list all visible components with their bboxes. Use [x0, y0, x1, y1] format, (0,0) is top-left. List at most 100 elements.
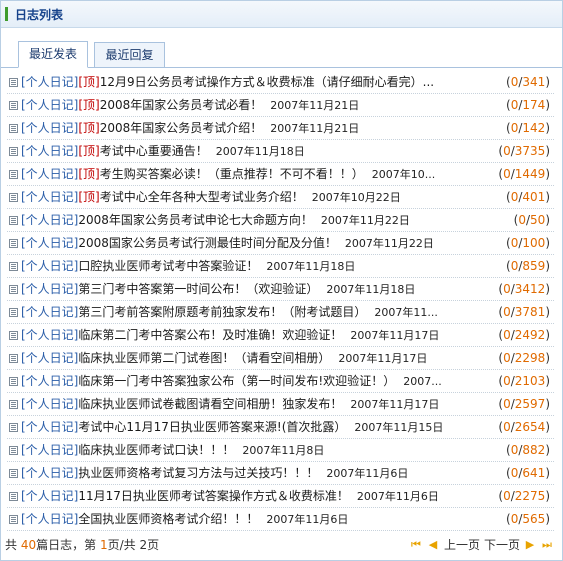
list-item-text: [个人日记][顶]考试中心全年各种大型考试业务介绍！ 2007年10月22日: [21, 186, 550, 209]
post-date: 2007年11月6日: [356, 490, 439, 503]
reply-view-count: (0/859): [502, 255, 550, 278]
pinned-badge: [顶]: [78, 98, 100, 112]
view-count: 100: [522, 236, 546, 250]
category-link[interactable]: [个人日记]: [21, 397, 78, 411]
document-icon: [9, 469, 18, 478]
category-link[interactable]: [个人日记]: [21, 374, 78, 388]
reply-count: 0: [503, 374, 511, 388]
post-date: 2007年11月8日: [242, 444, 325, 457]
post-title-link[interactable]: 12月9日公务员考试操作方式＆收费标准（请仔细耐心看完）...: [100, 75, 434, 89]
document-icon: [9, 377, 18, 386]
post-title-link[interactable]: 全国执业医师资格考试介绍！！！: [78, 512, 258, 526]
reply-view-count: (0/2298): [494, 347, 550, 370]
prev-page-link[interactable]: 上一页: [444, 534, 480, 556]
post-title-link[interactable]: 临床执业医师试卷截图请看空间相册！独家发布！: [78, 397, 342, 411]
reply-view-count: (0/882): [502, 439, 550, 462]
post-title-link[interactable]: 2008年国家公务员考试介绍！: [100, 121, 263, 135]
category-link[interactable]: [个人日记]: [21, 98, 78, 112]
category-link[interactable]: [个人日记]: [21, 121, 78, 135]
list-item: [个人日记]全国执业医师资格考试介绍！！！ 2007年11月6日 (0/565): [1, 508, 562, 531]
list-item-text: [个人日记]第三门考中答案第一时间公布！（欢迎验证） 2007年11月18日: [21, 278, 550, 301]
category-link[interactable]: [个人日记]: [21, 466, 78, 480]
document-icon: [9, 446, 18, 455]
list-item: [个人日记]2008年国家公务员考试申论七大命题方向！ 2007年11月22日 (0…: [1, 209, 562, 232]
reply-count: 0: [510, 236, 519, 250]
last-page-icon[interactable]: ⏭: [540, 538, 554, 552]
reply-view-count: (0/2492): [494, 324, 550, 347]
first-page-icon[interactable]: ⏮: [409, 538, 423, 552]
view-count: 3412: [514, 282, 546, 296]
total-count: 40: [20, 538, 37, 552]
post-title-link[interactable]: 考试中心重要通告！: [100, 144, 208, 158]
category-link[interactable]: [个人日记]: [21, 190, 78, 204]
category-link[interactable]: [个人日记]: [21, 420, 78, 434]
category-link[interactable]: [个人日记]: [21, 305, 78, 319]
category-link[interactable]: [个人日记]: [21, 213, 78, 227]
document-icon: [9, 193, 18, 202]
view-count: 641: [522, 466, 546, 480]
blog-list-panel: 日志列表 最近发表 最近回复 [个人日记][顶]12月9日公务员考试操作方式＆收…: [0, 0, 563, 561]
reply-view-count: (0/565): [502, 508, 550, 531]
category-link[interactable]: [个人日记]: [21, 236, 78, 250]
list-item: [个人日记]第三门考中答案第一时间公布！（欢迎验证） 2007年11月18日 (0/…: [1, 278, 562, 301]
post-title-link[interactable]: 11月17日执业医师考试答案操作方式＆收费标准！: [78, 489, 349, 503]
document-icon: [9, 124, 18, 133]
tab-recent-replies[interactable]: 最近回复: [94, 42, 165, 68]
list-item: [个人日记]临床执业医师第二门试卷图！（请看空间相册） 2007年11月17日 (0…: [1, 347, 562, 370]
reply-count: 0: [503, 328, 511, 342]
post-date: 2007年11月6日: [266, 513, 349, 526]
document-icon: [9, 216, 18, 225]
tab-recent-posts[interactable]: 最近发表: [18, 41, 88, 68]
post-title-link[interactable]: 考试中心全年各种大型考试业务介绍！: [100, 190, 304, 204]
reply-view-count: (0/641): [502, 462, 550, 485]
list-item: [个人日记][顶]考生购买答案必读！（重点推荐！不可不看！！） 2007年10..…: [1, 163, 562, 186]
current-page: 1: [99, 538, 108, 552]
list-item: [个人日记]口腔执业医师考试考中答案验证！ 2007年11月18日 (0/859): [1, 255, 562, 278]
post-date: 2007年11月15日: [354, 421, 444, 434]
post-title-link[interactable]: 考试中心11月17日执业医师答案来源!(首次批露）: [78, 420, 346, 434]
list-item: [个人日记]11月17日执业医师考试答案操作方式＆收费标准！ 2007年11月6日…: [1, 485, 562, 508]
view-count: 2492: [514, 328, 546, 342]
view-count: 2103: [514, 374, 546, 388]
document-icon: [9, 354, 18, 363]
next-page-link[interactable]: 下一页: [484, 534, 520, 556]
post-title-link[interactable]: 第三门考中答案第一时间公布！（欢迎验证）: [78, 282, 318, 296]
post-title-link[interactable]: 2008国家公务员考试行测最佳时间分配及分值！: [78, 236, 337, 250]
list-item-text: [个人日记][顶]2008年国家公务员考试介绍！ 2007年11月21日: [21, 117, 550, 140]
view-count: 3781: [514, 305, 546, 319]
post-title-link[interactable]: 临床第二门考中答案公布！及时准确！欢迎验证！: [78, 328, 342, 342]
reply-view-count: (0/2275): [494, 485, 550, 508]
reply-count: 0: [503, 351, 511, 365]
document-icon: [9, 308, 18, 317]
post-title-link[interactable]: 临床执业医师考试口诀！！！: [78, 443, 234, 457]
category-link[interactable]: [个人日记]: [21, 512, 78, 526]
reply-count: 0: [503, 282, 511, 296]
category-link[interactable]: [个人日记]: [21, 489, 78, 503]
category-link[interactable]: [个人日记]: [21, 259, 78, 273]
category-link[interactable]: [个人日记]: [21, 167, 78, 181]
category-link[interactable]: [个人日记]: [21, 443, 78, 457]
post-title-link[interactable]: 2008年国家公务员考试申论七大命题方向！: [78, 213, 313, 227]
post-title-link[interactable]: 考生购买答案必读！（重点推荐！不可不看！！）: [100, 167, 364, 181]
view-count: 142: [522, 121, 546, 135]
next-page-icon[interactable]: ▶: [523, 538, 537, 552]
category-link[interactable]: [个人日记]: [21, 144, 78, 158]
post-title-link[interactable]: 2008年国家公务员考试必看！: [100, 98, 263, 112]
post-title-link[interactable]: 临床第一门考中答案独家公布（第一时间发布!欢迎验证！）: [78, 374, 395, 388]
post-title-link[interactable]: 临床执业医师第二门试卷图！（请看空间相册）: [78, 351, 330, 365]
category-link[interactable]: [个人日记]: [21, 328, 78, 342]
post-title-link[interactable]: 口腔执业医师考试考中答案验证！: [78, 259, 258, 273]
pinned-badge: [顶]: [78, 190, 100, 204]
reply-view-count: (0/401): [502, 186, 550, 209]
category-link[interactable]: [个人日记]: [21, 75, 78, 89]
category-link[interactable]: [个人日记]: [21, 351, 78, 365]
prev-page-icon[interactable]: ◀: [426, 538, 440, 552]
post-title-link[interactable]: 执业医师资格考试复习方法与过关技巧！！！: [78, 466, 318, 480]
post-date: 2007年10月22日: [311, 191, 401, 204]
list-item: [个人日记]考试中心11月17日执业医师答案来源!(首次批露） 2007年11月1…: [1, 416, 562, 439]
post-title-link[interactable]: 第三门考前答案附原题考前独家发布！（附考试题目）: [78, 305, 366, 319]
list-item: [个人日记]临床第一门考中答案独家公布（第一时间发布!欢迎验证！） 2007...…: [1, 370, 562, 393]
post-date: 2007年10...: [371, 168, 436, 181]
list-item: [个人日记]2008国家公务员考试行测最佳时间分配及分值！ 2007年11月22日…: [1, 232, 562, 255]
category-link[interactable]: [个人日记]: [21, 282, 78, 296]
